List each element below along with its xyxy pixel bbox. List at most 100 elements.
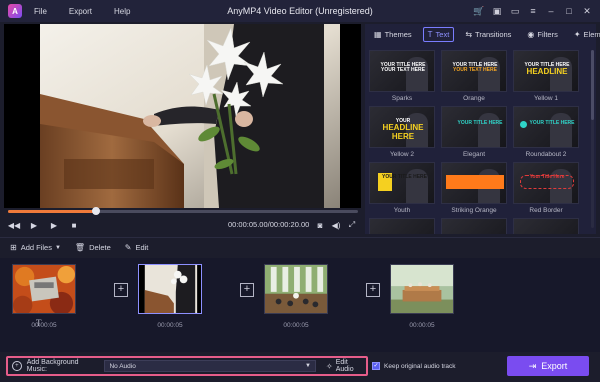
text-template-tile[interactable]: YOUR TITLE HERE YOUR TEXT HERE Orange (441, 50, 507, 105)
add-files-button[interactable]: ⊞ Add Files ▼ (10, 243, 61, 252)
scrollbar-thumb[interactable] (591, 50, 594, 120)
cart-icon[interactable]: 🛒 (472, 4, 486, 18)
play-icon[interactable]: ▶ (48, 219, 60, 231)
window-controls: 🛒 ▣ ▭ ≡ – □ ✕ (468, 4, 594, 18)
clip-duration: 00:00:05 (31, 322, 57, 329)
template-sample-text: YOUR TITLE HERE (454, 120, 506, 126)
template-line-2: HEADLINE HERE (382, 123, 424, 141)
template-line-1: Your Title Here (529, 174, 565, 180)
keep-original-audio[interactable]: ✓ Keep original audio track (372, 362, 456, 370)
menu-bar: File Export Help (34, 7, 152, 16)
menu-icon[interactable]: ≡ (526, 4, 540, 18)
panel-scrollbar[interactable] (591, 50, 594, 228)
template-preview: Your Title Here (513, 162, 579, 204)
text-template-tile[interactable]: Striking Orange (441, 162, 507, 217)
timeline-clip[interactable] (264, 264, 328, 314)
timeline-clip[interactable] (390, 264, 454, 314)
trash-icon: 🗑 (74, 243, 86, 252)
timeline: T 00:00:05 + 00:00:05 + 00:00:05 + 00:00… (0, 258, 600, 352)
menu-export[interactable]: Export (69, 7, 92, 16)
effects-panel: ▦ Themes T Text ⇆ Transitions ◉ Filters ✦ Ele… (365, 24, 600, 234)
feedback-icon[interactable]: ▭ (508, 4, 522, 18)
template-figure (478, 113, 500, 147)
export-button[interactable]: ⇥ Export (507, 356, 589, 376)
panel-tabs: ▦ Themes T Text ⇆ Transitions ◉ Filters ✦ Ele… (365, 24, 600, 44)
tab-transitions[interactable]: ⇆ Transitions (460, 27, 516, 42)
text-template-tile[interactable]: YOUR TITLE HERE Youth (369, 162, 435, 217)
template-name: Yellow 1 (534, 95, 558, 102)
playback-controls: ◀◀ ▶︎ ▶ ■ 00:00:05.00/00:00:20.00 ◙ ◀) ⤢ (8, 219, 358, 231)
themes-icon: ▦ (374, 29, 382, 39)
text-template-tile[interactable]: YOUR HEADLINE HERE Yellow 2 (369, 106, 435, 161)
tab-filters[interactable]: ◉ Filters (522, 27, 562, 42)
clip-duration: 00:00:05 (157, 322, 183, 329)
save-icon[interactable]: ▣ (490, 4, 504, 18)
template-line-1: YOUR TITLE HERE (529, 120, 575, 126)
snapshot-icon[interactable]: ◙ (314, 219, 326, 231)
template-preview (441, 218, 507, 234)
template-sample-text: YOUR TITLE HERE (382, 174, 434, 180)
text-template-tile[interactable] (369, 218, 435, 234)
volume-icon[interactable]: ◀) (330, 219, 342, 231)
bottom-bar: + Add Background Music: No Audio ▼ ✧ Edi… (0, 352, 600, 382)
seek-handle[interactable] (91, 207, 100, 215)
chevron-down-icon: ▼ (54, 244, 61, 251)
template-name: Red Border (529, 207, 563, 214)
add-transition-button[interactable]: + (366, 283, 380, 297)
template-preview (441, 162, 507, 204)
add-transition-button[interactable]: + (240, 283, 254, 297)
magic-wand-icon: ✧ (326, 361, 333, 371)
text-template-tile[interactable]: YOUR TITLE HERE Elegant (441, 106, 507, 161)
chevron-down-icon: ▼ (305, 363, 311, 369)
edit-audio-button[interactable]: ✧ Edit Audio (326, 359, 366, 373)
template-preview (369, 218, 435, 234)
timeline-clip[interactable] (12, 264, 76, 315)
title-bar: A File Export Help AnyMP4 Video Editor (… (0, 0, 600, 22)
timecode: 00:00:05.00/00:00:20.00 (228, 220, 310, 229)
rewind-icon[interactable]: ◀◀ (8, 219, 20, 231)
audio-select[interactable]: No Audio ▼ (104, 360, 316, 372)
text-template-tile[interactable]: Your Title Here Red Border (513, 162, 579, 217)
text-template-tile[interactable]: YOUR TITLE HERE Roundabout 2 (513, 106, 579, 161)
close-icon[interactable]: ✕ (580, 4, 594, 18)
timeline-clip-selected[interactable] (138, 264, 202, 314)
template-name: Striking Orange (451, 207, 497, 214)
text-template-tile[interactable]: YOUR TITLE HERE HEADLINE Yellow 1 (513, 50, 579, 105)
tab-text[interactable]: T Text (422, 26, 455, 42)
text-template-tile[interactable] (513, 218, 579, 234)
maximize-icon[interactable]: □ (562, 4, 576, 18)
tab-elements[interactable]: ✦Elements (569, 27, 600, 42)
template-preview: YOUR TITLE HERE (369, 162, 435, 204)
seek-progress (8, 210, 96, 213)
app-logo: A (8, 4, 22, 18)
clip-duration: 00:00:05 (409, 322, 435, 329)
plus-circle-icon[interactable]: + (12, 361, 22, 371)
minimize-icon[interactable]: – (544, 4, 558, 18)
preview-frame (40, 24, 340, 208)
menu-file[interactable]: File (34, 7, 47, 16)
add-transition-button[interactable]: + (114, 283, 128, 297)
fullscreen-icon[interactable]: ⤢ (346, 219, 358, 231)
tab-themes[interactable]: ▦ Themes (369, 27, 417, 42)
template-name: Roundabout 2 (525, 151, 567, 158)
keep-audio-checkbox[interactable]: ✓ (372, 362, 380, 370)
seek-bar[interactable] (8, 207, 358, 215)
menu-help[interactable]: Help (114, 7, 130, 16)
template-figure (550, 113, 572, 147)
stop-icon[interactable]: ■ (68, 219, 80, 231)
video-preview[interactable] (4, 24, 361, 208)
template-name: Elegant (462, 151, 486, 158)
background-music-section: + Add Background Music: No Audio ▼ ✧ Edi… (6, 356, 368, 376)
template-sample-text: YOUR TITLE HERE YOUR TEXT HERE (375, 62, 431, 74)
template-name: Youth (393, 207, 411, 214)
template-orange-bar (446, 175, 504, 189)
delete-button[interactable]: 🗑 Delete (75, 243, 111, 252)
text-template-tile[interactable]: YOUR TITLE HERE YOUR TEXT HERE Sparks (369, 50, 435, 105)
previous-icon[interactable]: ▶︎ (28, 219, 40, 231)
text-template-tile[interactable] (441, 218, 507, 234)
template-preview: YOUR TITLE HERE (441, 106, 507, 148)
edit-button[interactable]: ✎ Edit (125, 243, 149, 252)
clip-thumbnail (391, 265, 453, 313)
template-preview (513, 218, 579, 234)
template-line-1: YOUR TITLE HERE (457, 120, 503, 126)
